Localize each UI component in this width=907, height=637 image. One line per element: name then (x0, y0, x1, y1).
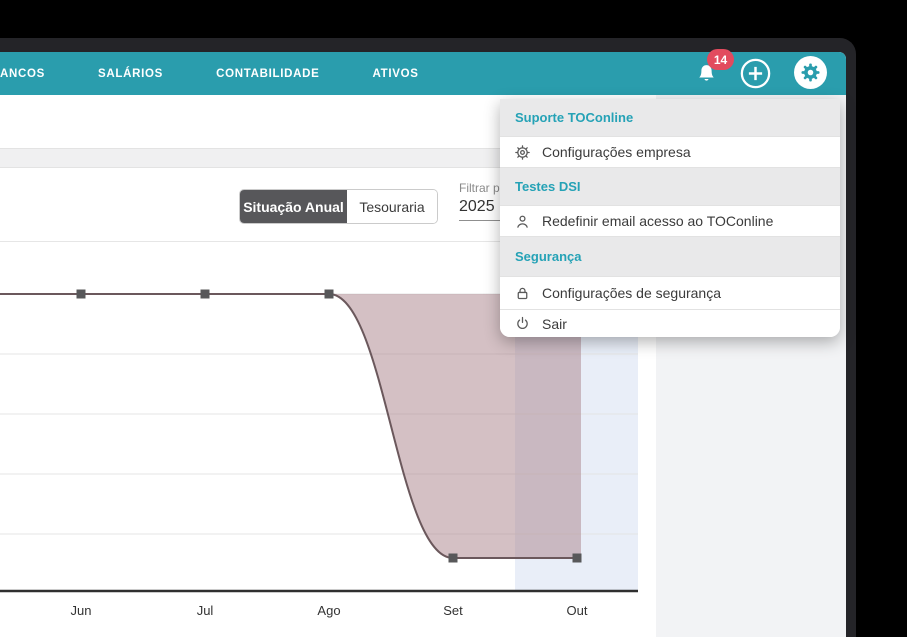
menu-section-testes-dsi: Testes DSI (500, 168, 840, 206)
nav-menu: ANCOS SALÁRIOS CONTABILIDADE ATIVOS (0, 52, 419, 95)
tab-situacao-anual[interactable]: Situação Anual (240, 190, 347, 223)
lock-icon (514, 285, 531, 302)
menu-item-label: Sair (542, 315, 567, 332)
nav-item-salarios[interactable]: SALÁRIOS (98, 68, 163, 80)
menu-section-suporte: Suporte TOConline (500, 99, 840, 137)
x-axis-label: Jul (196, 603, 214, 618)
menu-item-label: Configurações de segurança (542, 285, 722, 301)
tab-tesouraria[interactable]: Tesouraria (347, 190, 437, 223)
menu-item-label: Configurações empresa (542, 144, 691, 160)
settings-dropdown-menu: Suporte TOConline Configurações empresa … (500, 99, 840, 337)
menu-item-configuracoes-empresa[interactable]: Configurações empresa (500, 137, 840, 168)
nav-item-contabilidade[interactable]: CONTABILIDADE (216, 68, 319, 80)
add-button[interactable] (740, 58, 771, 94)
screenshot-stage: ANCOS SALÁRIOS CONTABILIDADE ATIVOS 14 S… (0, 0, 907, 637)
menu-section-seguranca: Segurança (500, 237, 840, 277)
top-navbar: ANCOS SALÁRIOS CONTABILIDADE ATIVOS 14 (0, 49, 846, 95)
x-axis-label: Out (566, 603, 588, 618)
menu-item-label: Redefinir email acesso ao TOConline (542, 213, 774, 229)
nav-item-ativos[interactable]: ATIVOS (373, 68, 419, 80)
year-filter-select[interactable]: 2025 (459, 198, 506, 221)
chart-view-tabs: Situação Anual Tesouraria (240, 190, 437, 223)
x-axis-label: Set (443, 603, 463, 618)
settings-button[interactable] (794, 56, 827, 89)
power-icon (514, 315, 531, 332)
plus-icon (740, 58, 771, 89)
gear-icon (514, 144, 531, 161)
x-axis-label: Ago (317, 603, 341, 618)
menu-item-configuracoes-seguranca[interactable]: Configurações de segurança (500, 277, 840, 310)
menu-item-redefinir-email[interactable]: Redefinir email acesso ao TOConline (500, 206, 840, 237)
notification-count-badge: 14 (707, 49, 734, 70)
user-icon (514, 213, 531, 230)
app-window: ANCOS SALÁRIOS CONTABILIDADE ATIVOS 14 S… (0, 49, 846, 637)
nav-item-bancos[interactable]: ANCOS (0, 68, 45, 80)
menu-item-sair[interactable]: Sair (500, 310, 840, 337)
x-axis-label: Jun (70, 603, 92, 618)
gear-icon (801, 63, 820, 82)
